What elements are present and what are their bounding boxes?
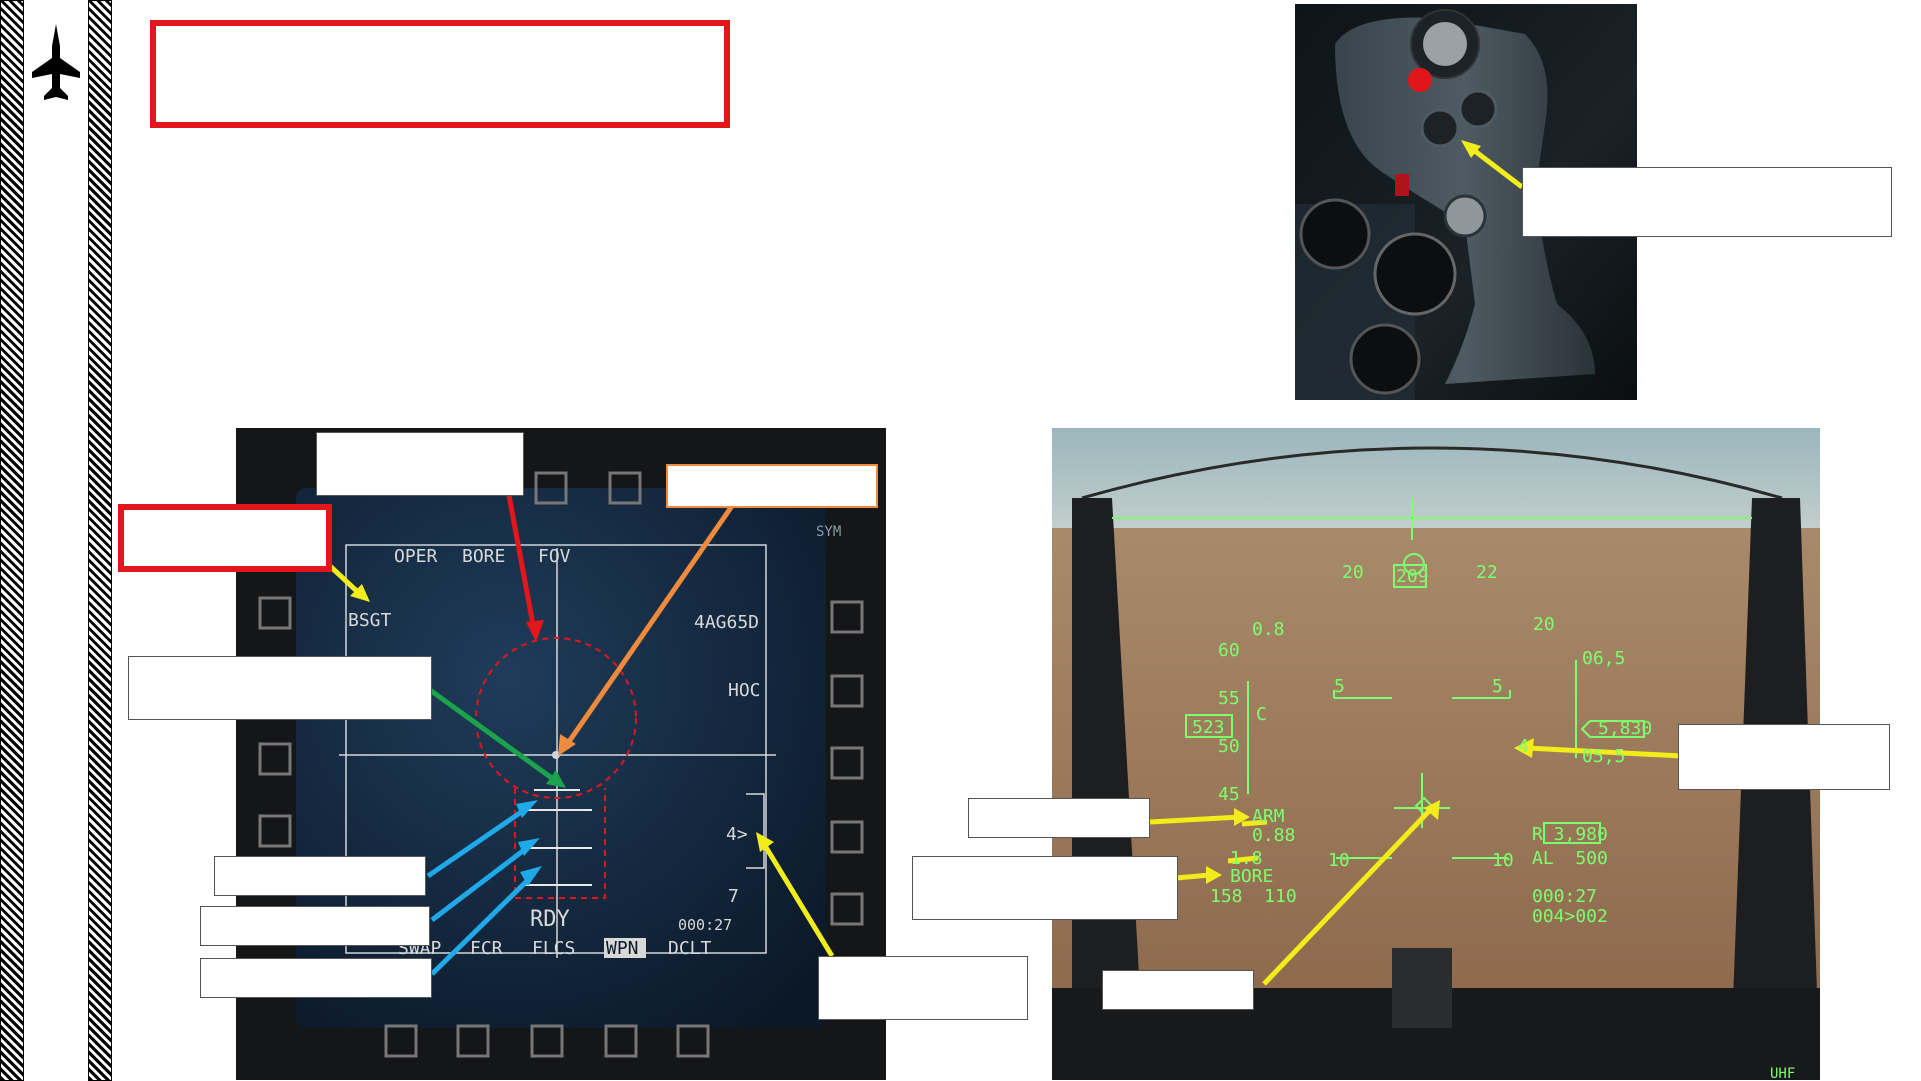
mfd-callout-right [818,956,1028,1020]
mfd-callout-bar-3 [200,958,432,998]
mfd-callout-left-red [118,504,332,572]
hud-callout-arm [968,798,1150,838]
hud-callout-bottom [1102,970,1254,1010]
mfd-callout-top-right [666,464,878,508]
hud-callout-right [1678,724,1890,790]
mfd-callout-bar-2 [200,906,430,946]
hud-callout-bore [912,856,1178,920]
mfd-callout-top [316,432,524,496]
mfd-callout-bar-1 [214,856,426,896]
mfd-callout-left-mid [128,656,432,720]
